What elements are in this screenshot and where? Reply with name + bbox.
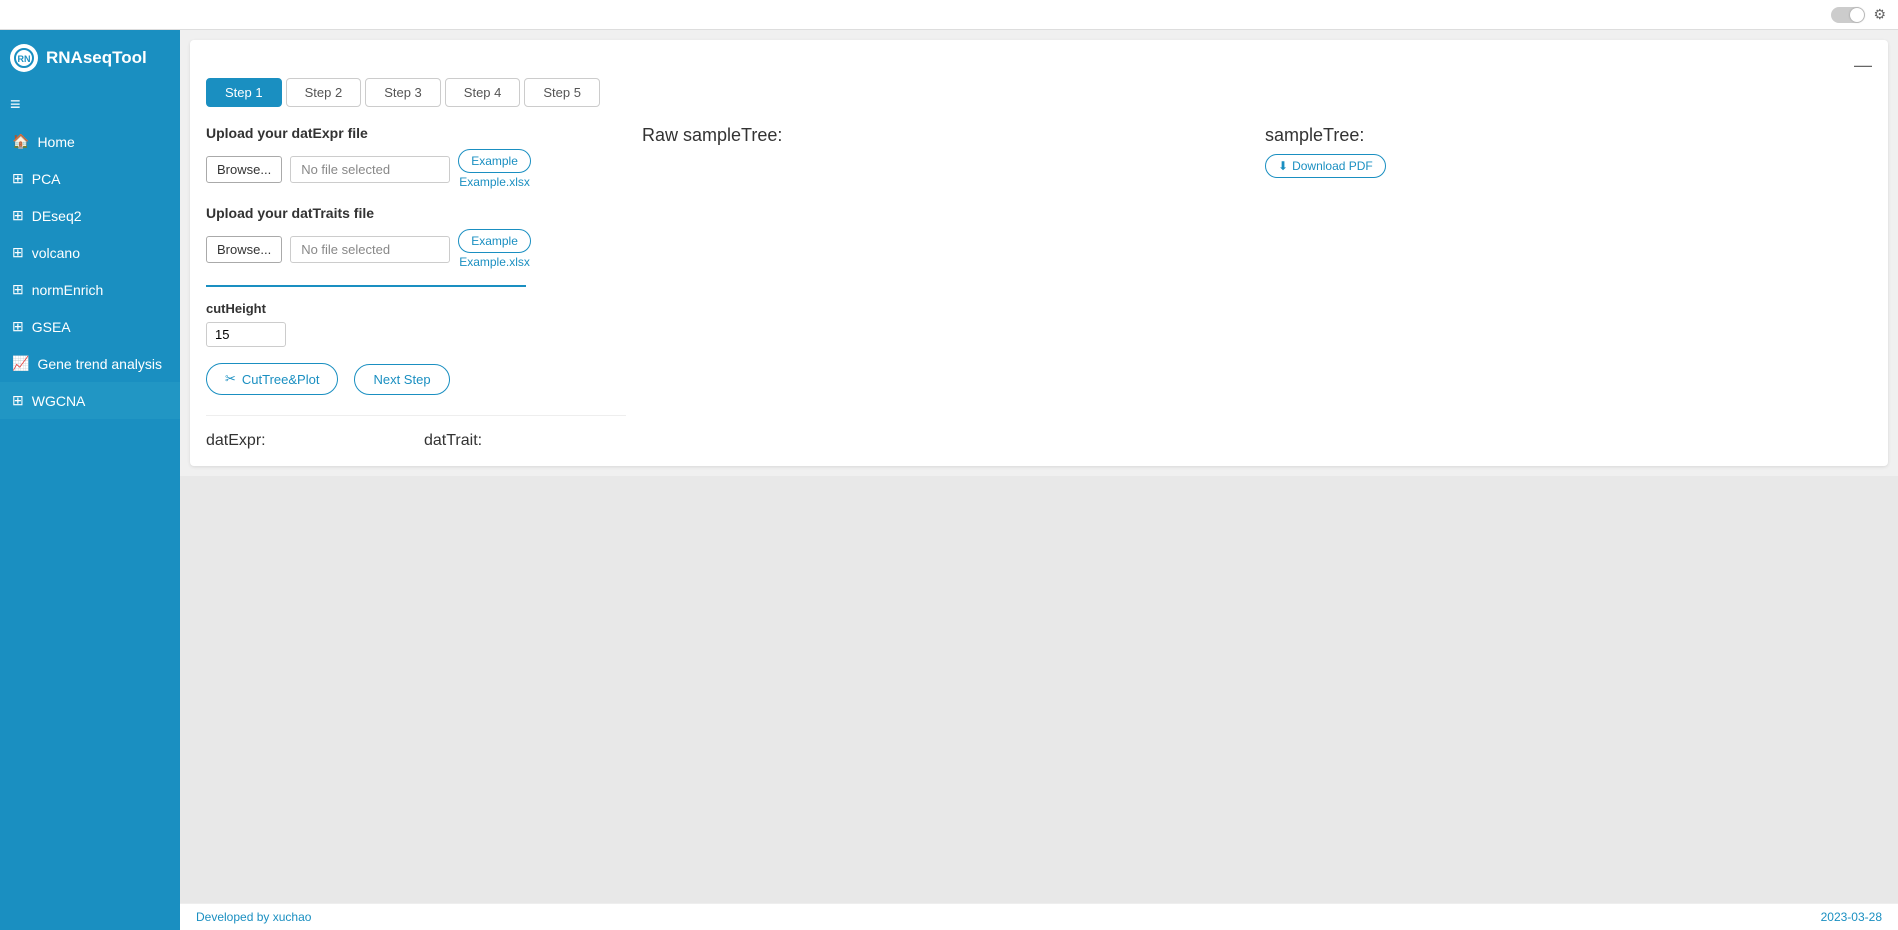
footer-left: Developed by xuchao: [196, 910, 311, 924]
sidebar-item-deseq2[interactable]: ⊞ DEseq2: [0, 197, 180, 234]
dattrait-display-panel: datTrait:: [424, 432, 626, 450]
gear-icon[interactable]: ⚙: [1873, 6, 1886, 23]
browse-datexpr-button[interactable]: Browse...: [206, 156, 282, 183]
tab-step3[interactable]: Step 3: [365, 78, 441, 107]
next-step-button[interactable]: Next Step: [354, 364, 449, 395]
upload-dattraits-section: Upload your datTraits file Browse... No …: [206, 205, 626, 269]
cutheight-label: cutHeight: [206, 301, 626, 316]
cutheight-section: cutHeight: [206, 301, 626, 347]
sidebar-item-gsea-label: GSEA: [32, 319, 71, 335]
browse-dattraits-button[interactable]: Browse...: [206, 236, 282, 263]
sidebar-item-normenrich-label: normEnrich: [32, 282, 104, 298]
app-title: RNAseqTool: [46, 48, 147, 68]
dattrait-display-title: datTrait:: [424, 432, 626, 450]
dattraits-example-button[interactable]: Example: [458, 229, 531, 253]
download-icon: ⬇: [1278, 159, 1288, 173]
data-display-row: datExpr: datTrait:: [206, 415, 626, 450]
sidebar-item-pca[interactable]: ⊞ PCA: [0, 160, 180, 197]
upload-dattraits-label: Upload your datTraits file: [206, 205, 626, 221]
svg-text:RN: RN: [18, 54, 31, 64]
cut-tree-label: CutTree&Plot: [242, 372, 320, 387]
app-body: RN RNAseqTool ≡ 🏠 Home ⊞ PCA ⊞ DEseq2 ⊞ …: [0, 30, 1898, 930]
logo-icon: RN: [10, 44, 38, 72]
sidebar: RN RNAseqTool ≡ 🏠 Home ⊞ PCA ⊞ DEseq2 ⊞ …: [0, 30, 180, 930]
sidebar-item-home-label: Home: [37, 134, 74, 150]
datexpr-display-title: datExpr:: [206, 432, 408, 450]
steps-tabs: Step 1 Step 2 Step 3 Step 4 Step 5: [206, 78, 1872, 107]
sample-tree-panel: sampleTree: ⬇ Download PDF: [1265, 125, 1872, 450]
divider: [206, 285, 526, 287]
sidebar-item-wgcna[interactable]: ⊞ WGCNA: [0, 382, 180, 419]
normenrich-icon: ⊞: [12, 281, 24, 298]
dattraits-file-name: No file selected: [290, 236, 450, 263]
raw-sample-tree-panel: Raw sampleTree:: [642, 125, 1249, 450]
tab-step1[interactable]: Step 1: [206, 78, 282, 107]
sidebar-item-gene-trend-label: Gene trend analysis: [37, 356, 162, 372]
datexpr-file-name: No file selected: [290, 156, 450, 183]
minimize-button[interactable]: —: [1854, 56, 1872, 74]
main-content: — Step 1 Step 2 Step 3 Step 4 Step 5 Upl…: [180, 30, 1898, 930]
card-header-actions: —: [206, 56, 1872, 74]
main-card: — Step 1 Step 2 Step 3 Step 4 Step 5 Upl…: [190, 40, 1888, 466]
datexpr-display-panel: datExpr:: [206, 432, 408, 450]
sidebar-item-volcano-label: volcano: [32, 245, 80, 261]
left-panel: Upload your datExpr file Browse... No fi…: [206, 125, 626, 450]
sidebar-item-pca-label: PCA: [32, 171, 61, 187]
home-icon: 🏠: [12, 133, 29, 150]
hamburger-icon[interactable]: ≡: [0, 86, 180, 123]
pca-icon: ⊞: [12, 170, 24, 187]
toggle-knob: [1850, 8, 1864, 22]
top-bar: ⚙: [0, 0, 1898, 30]
sidebar-item-normenrich[interactable]: ⊞ normEnrich: [0, 271, 180, 308]
raw-sample-tree-title: Raw sampleTree:: [642, 125, 1249, 146]
footer-right: 2023-03-28: [1821, 910, 1882, 924]
sidebar-item-gsea[interactable]: ⊞ GSEA: [0, 308, 180, 345]
upload-dattraits-row: Browse... No file selected Example Examp…: [206, 229, 626, 269]
tab-step4[interactable]: Step 4: [445, 78, 521, 107]
upload-datexpr-section: Upload your datExpr file Browse... No fi…: [206, 125, 626, 189]
cut-tree-button[interactable]: ✂ CutTree&Plot: [206, 363, 338, 395]
datexpr-example-button[interactable]: Example: [458, 149, 531, 173]
upload-datexpr-row: Browse... No file selected Example Examp…: [206, 149, 626, 189]
scissors-icon: ✂: [225, 371, 236, 387]
sidebar-item-deseq2-label: DEseq2: [32, 208, 82, 224]
sidebar-nav: 🏠 Home ⊞ PCA ⊞ DEseq2 ⊞ volcano ⊞ normEn…: [0, 123, 180, 419]
action-buttons: ✂ CutTree&Plot Next Step: [206, 363, 626, 395]
gray-area: [180, 476, 1898, 903]
right-panel: Raw sampleTree: sampleTree: ⬇ Download P…: [642, 125, 1872, 450]
sidebar-item-home[interactable]: 🏠 Home: [0, 123, 180, 160]
tab-step5[interactable]: Step 5: [524, 78, 600, 107]
sidebar-header: RN RNAseqTool: [0, 30, 180, 86]
download-pdf-label: Download PDF: [1292, 159, 1373, 173]
sidebar-item-gene-trend[interactable]: 📈 Gene trend analysis: [0, 345, 180, 382]
gsea-icon: ⊞: [12, 318, 24, 335]
download-pdf-button[interactable]: ⬇ Download PDF: [1265, 154, 1386, 178]
datexpr-example-link[interactable]: Example.xlsx: [459, 175, 530, 189]
sample-tree-title: sampleTree:: [1265, 125, 1872, 146]
sidebar-item-volcano[interactable]: ⊞ volcano: [0, 234, 180, 271]
sidebar-item-wgcna-label: WGCNA: [32, 393, 86, 409]
cutheight-input[interactable]: [206, 322, 286, 347]
deseq2-icon: ⊞: [12, 207, 24, 224]
dattraits-example-link[interactable]: Example.xlsx: [459, 255, 530, 269]
gene-trend-icon: 📈: [12, 355, 29, 372]
volcano-icon: ⊞: [12, 244, 24, 261]
wgcna-icon: ⊞: [12, 392, 24, 409]
theme-toggle[interactable]: [1831, 7, 1865, 23]
tab-step2[interactable]: Step 2: [286, 78, 362, 107]
upload-datexpr-label: Upload your datExpr file: [206, 125, 626, 141]
footer: Developed by xuchao 2023-03-28: [180, 903, 1898, 930]
